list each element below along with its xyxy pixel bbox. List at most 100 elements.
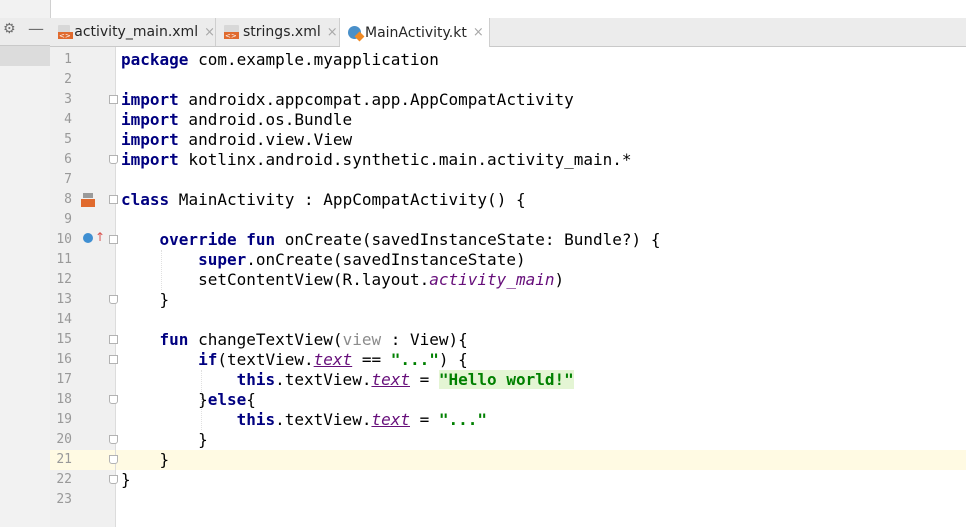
code-text: = <box>409 370 439 389</box>
tab-strings-xml[interactable]: <> strings.xml × <box>216 18 340 46</box>
tab-mainactivity-kt[interactable]: MainActivity.kt × <box>340 18 490 47</box>
xml-file-icon: <> <box>224 25 239 40</box>
line-number: 3 <box>64 92 72 107</box>
fold-marker[interactable] <box>109 475 118 484</box>
code-text: } <box>121 470 131 489</box>
fold-marker[interactable] <box>109 355 118 364</box>
code-text: = <box>409 410 439 429</box>
code-line-17: this.textView.text = "Hello world!" <box>121 370 574 390</box>
code-text: ) <box>554 270 565 289</box>
fold-marker[interactable] <box>109 455 118 464</box>
synthetic-property: text <box>371 410 410 429</box>
fold-marker[interactable] <box>109 235 118 244</box>
hide-panel-icon[interactable]: — <box>28 19 44 38</box>
code-text: { <box>246 390 256 409</box>
line-number: 4 <box>64 112 72 127</box>
tab-label: activity_main.xml <box>74 24 199 40</box>
property-reference: activity_main <box>429 270 555 289</box>
fold-marker[interactable] <box>109 155 118 164</box>
code-line-16: if(textView.text == "...") { <box>121 350 468 370</box>
code-line-3: import androidx.appcompat.app.AppCompatA… <box>121 90 574 110</box>
code-line-18: }else{ <box>121 390 256 410</box>
editor-tab-bar: <> activity_main.xml × <> strings.xml × … <box>50 18 966 47</box>
code-line-10: override fun onCreate(savedInstanceState… <box>121 230 661 250</box>
string-literal: "..." <box>438 410 488 429</box>
fold-marker[interactable] <box>109 435 118 444</box>
code-line-15: fun changeTextView(view : View){ <box>121 330 468 350</box>
line-number: 12 <box>56 272 72 287</box>
code-text: : View){ <box>381 330 468 349</box>
fold-marker[interactable] <box>109 195 118 204</box>
code-line-1: package com.example.myapplication <box>121 50 439 70</box>
layout-resource-icon[interactable] <box>81 193 95 207</box>
line-number: 19 <box>56 412 72 427</box>
line-number: 7 <box>64 172 72 187</box>
keyword: fun <box>159 330 189 349</box>
keyword: class <box>121 190 170 209</box>
line-number: 5 <box>64 132 72 147</box>
fold-marker[interactable] <box>109 295 118 304</box>
arrow-up-icon[interactable]: ↑ <box>95 230 105 244</box>
line-number: 6 <box>64 152 72 167</box>
line-number: 23 <box>56 492 72 507</box>
code-text: .textView. <box>275 370 372 389</box>
code-text: androidx.appcompat.app.AppCompatActivity <box>178 90 574 109</box>
keyword: package <box>121 50 189 69</box>
line-number: 14 <box>56 312 72 327</box>
selected-tree-row[interactable] <box>0 46 50 66</box>
code-text: .onCreate(savedInstanceState) <box>246 250 526 269</box>
code-line-13: } <box>121 290 170 310</box>
kotlin-file-icon <box>348 26 361 39</box>
code-text: } <box>121 450 170 469</box>
close-icon[interactable]: × <box>204 25 215 40</box>
line-number: 11 <box>56 252 72 267</box>
code-text: com.example.myapplication <box>188 50 439 69</box>
keyword: else <box>207 390 247 409</box>
fold-marker[interactable] <box>109 95 118 104</box>
project-panel-strip: ⚙ — <box>0 0 51 527</box>
line-number: 17 <box>56 372 72 387</box>
code-text: setContentView(R.layout. <box>198 270 430 289</box>
line-number: 22 <box>56 472 72 487</box>
close-icon[interactable]: × <box>327 25 338 40</box>
xml-file-icon: <> <box>58 25 74 40</box>
code-text: .textView. <box>275 410 372 429</box>
close-icon[interactable]: × <box>473 25 484 40</box>
tab-activity-main-xml[interactable]: <> activity_main.xml × <box>50 18 216 46</box>
tab-label: MainActivity.kt <box>365 24 467 41</box>
keyword: import <box>121 130 179 149</box>
fold-marker[interactable] <box>109 395 118 404</box>
string-literal-highlighted: "Hello world!" <box>438 370 574 389</box>
code-text: kotlinx.android.synthetic.main.activity_… <box>178 150 632 169</box>
string-literal: "..." <box>390 350 439 369</box>
code-line-22: } <box>121 470 131 490</box>
code-text: (textView. <box>217 350 314 369</box>
unused-parameter: view <box>342 330 382 349</box>
code-line-12: setContentView(R.layout.activity_main) <box>121 270 564 290</box>
line-number: 18 <box>56 392 72 407</box>
code-line-21: } <box>121 450 170 470</box>
code-text: android.os.Bundle <box>178 110 353 129</box>
code-line-19: this.textView.text = "..." <box>121 410 487 430</box>
gear-icon[interactable]: ⚙ <box>3 21 16 37</box>
code-text: android.view.View <box>178 130 353 149</box>
code-text: MainActivity : AppCompatActivity() { <box>169 190 526 209</box>
line-number: 21 <box>56 452 72 467</box>
override-method-icon[interactable] <box>83 233 93 243</box>
current-line-highlight <box>116 450 966 470</box>
keyword: import <box>121 90 179 109</box>
keyword: this <box>236 370 276 389</box>
keyword: import <box>121 110 179 129</box>
keyword: override <box>159 230 237 249</box>
fold-marker[interactable] <box>109 335 118 344</box>
code-line-4: import android.os.Bundle <box>121 110 352 130</box>
code-text: } <box>198 390 208 409</box>
